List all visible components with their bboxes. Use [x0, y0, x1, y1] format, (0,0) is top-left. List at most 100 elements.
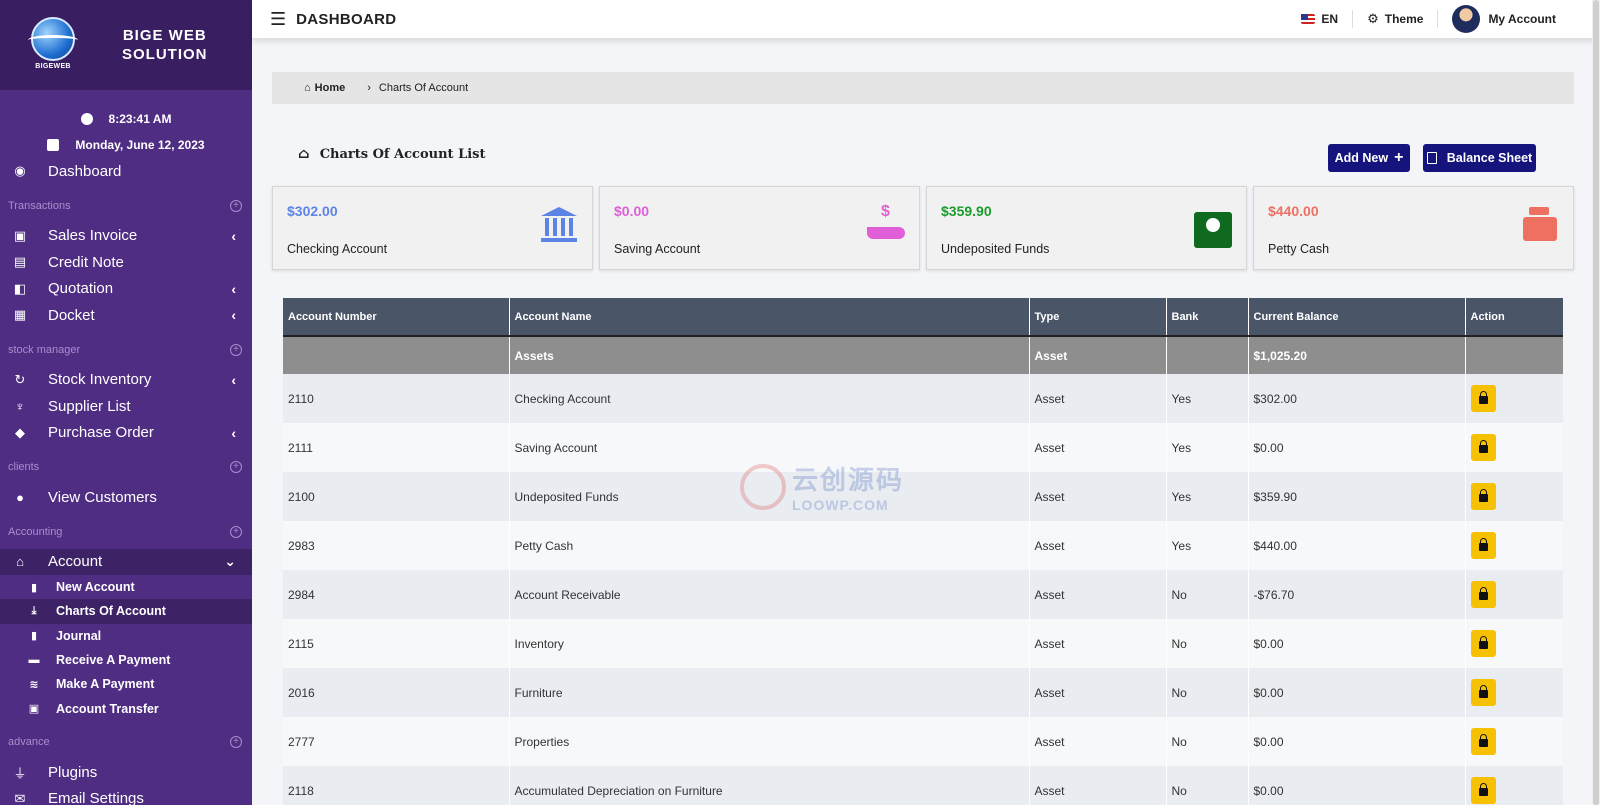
- breadcrumb-current: Charts Of Account: [378, 82, 469, 94]
- table-row: 2016 Furniture Asset No $0.00: [283, 668, 1563, 717]
- chevron-down-icon: ⌄: [224, 553, 236, 570]
- sidebar-item-dashboard[interactable]: ◉ Dashboard: [0, 158, 252, 185]
- bank-icon: ⌂: [16, 554, 24, 570]
- col-bank[interactable]: Bank: [1166, 298, 1249, 337]
- group-type: Asset: [1029, 336, 1167, 374]
- plus-icon: +: [1394, 149, 1404, 166]
- sidebar-item-supplier-list[interactable]: ♆ Supplier List: [0, 393, 252, 420]
- sidebar-item-purchase-order[interactable]: ◆ Purchase Order ‹: [0, 420, 252, 447]
- sidebar-subitem-account-transfer[interactable]: ▣ Account Transfer: [0, 696, 252, 720]
- lock-button[interactable]: [1470, 630, 1496, 657]
- chevron-left-icon: ‹: [231, 227, 236, 244]
- sidebar-subitem-charts-of-account[interactable]: ⤓ Charts Of Account: [0, 599, 252, 624]
- sidebar-subitem-receive-payment[interactable]: ▬ Receive A Payment: [0, 648, 252, 672]
- lock-button[interactable]: [1470, 777, 1496, 804]
- lock-icon: [1478, 391, 1488, 404]
- email-icon: ✉: [14, 790, 26, 805]
- calendar-icon: [47, 139, 60, 151]
- table-row: 2115 Inventory Asset No $0.00: [283, 619, 1563, 668]
- sidebar-subitem-new-account[interactable]: ▮ New Account: [0, 575, 252, 599]
- sidebar-subitem-journal[interactable]: ▮ Journal: [0, 624, 252, 648]
- plus-circle-icon[interactable]: +: [230, 461, 242, 473]
- download-icon: ⤓: [31, 604, 37, 617]
- us-flag-icon: [1301, 14, 1316, 24]
- sidebar-subitem-make-payment[interactable]: ≋ Make A Payment: [0, 672, 252, 696]
- language-selector[interactable]: EN: [1287, 10, 1352, 28]
- note-icon: ▤: [13, 254, 27, 270]
- dashboard-icon: ◉: [14, 163, 26, 179]
- top-header: ☰ DASHBOARD EN ⚙ Theme My Account: [252, 0, 1600, 38]
- col-type[interactable]: Type: [1029, 298, 1167, 337]
- current-date: Monday, June 12, 2023: [75, 138, 205, 152]
- plus-circle-icon[interactable]: +: [230, 343, 242, 356]
- quote-icon: ◧: [13, 280, 27, 296]
- balance-sheet-button[interactable]: Balance Sheet: [1423, 144, 1536, 172]
- sidebar-item-account[interactable]: ⌂ Account ⌄: [0, 548, 252, 575]
- plus-circle-icon[interactable]: +: [230, 735, 242, 748]
- list-title: ⌂ Charts Of Account List: [298, 146, 486, 162]
- theme-button[interactable]: ⚙ Theme: [1352, 10, 1437, 28]
- section-advance: advance +: [0, 729, 252, 755]
- page-scrollbar[interactable]: [1592, 0, 1600, 805]
- card-petty-cash[interactable]: $440.00 Petty Cash: [1253, 186, 1574, 270]
- avatar: [1452, 5, 1481, 33]
- current-time: 8:23:41 AM: [108, 112, 172, 126]
- lock-button[interactable]: [1470, 532, 1496, 559]
- card-saving-account[interactable]: $0.00 Saving Account $: [599, 186, 920, 270]
- file-icon: ▮: [30, 630, 38, 643]
- card-amount: $440.00: [1268, 203, 1319, 219]
- lock-icon: [1478, 636, 1488, 649]
- sidebar-item-view-customers[interactable]: ● View Customers: [0, 484, 252, 511]
- sidebar-item-plugins[interactable]: ⏚ Plugins: [0, 759, 252, 786]
- breadcrumb-home[interactable]: ⌂ Home: [304, 82, 345, 94]
- home-icon: ⌂: [304, 82, 311, 94]
- lock-icon: [1478, 440, 1488, 453]
- sidebar-item-sales-invoice[interactable]: ▣ Sales Invoice ‹: [0, 223, 252, 250]
- cubes-icon: ▣: [13, 227, 27, 243]
- lock-button[interactable]: [1470, 385, 1496, 412]
- section-transactions: Transactions +: [0, 193, 252, 219]
- brand: BIGEWEB BIGE WEB SOLUTION: [0, 0, 252, 90]
- card-amount: $359.90: [941, 203, 992, 219]
- chevron-left-icon: ‹: [231, 280, 236, 297]
- clock: 8:23:41 AM Monday, June 12, 2023: [0, 90, 252, 158]
- brand-name: BIGE WEB SOLUTION: [122, 27, 208, 63]
- card-label: Petty Cash: [1268, 242, 1330, 256]
- card-amount: $0.00: [614, 203, 650, 219]
- col-account-number[interactable]: Account Number: [283, 298, 510, 337]
- sidebar-item-quotation[interactable]: ◧ Quotation ‹: [0, 276, 252, 303]
- table-header-row: Account Number Account Name Type Bank Cu…: [283, 298, 1563, 337]
- lock-button[interactable]: [1470, 483, 1496, 510]
- lock-icon: [1478, 538, 1488, 551]
- section-clients: clients +: [0, 454, 252, 480]
- sidebar-item-email-settings[interactable]: ✉ Email Settings: [0, 785, 252, 805]
- group-name: Assets: [509, 336, 1030, 374]
- col-current-balance[interactable]: Current Balance: [1248, 298, 1466, 337]
- col-account-name[interactable]: Account Name: [509, 298, 1030, 337]
- gear-icon: ⚙: [1367, 11, 1379, 26]
- plus-circle-icon[interactable]: +: [230, 199, 242, 212]
- lock-button[interactable]: [1470, 679, 1496, 706]
- lock-button[interactable]: [1470, 581, 1496, 608]
- chevron-left-icon: ‹: [231, 307, 236, 324]
- sidebar-item-docket[interactable]: ▦ Docket ‹: [0, 302, 252, 329]
- plus-circle-icon[interactable]: +: [230, 525, 242, 538]
- brand-logo[interactable]: BIGEWEB: [28, 17, 78, 73]
- col-action: Action: [1465, 298, 1563, 337]
- sidebar-item-credit-note[interactable]: ▤ Credit Note: [0, 249, 252, 276]
- table-row: 2110 Checking Account Asset Yes $302.00: [283, 374, 1563, 423]
- table-row: 2777 Properties Asset No $0.00: [283, 717, 1563, 766]
- chevron-left-icon: ‹: [231, 371, 236, 388]
- add-new-button[interactable]: Add New +: [1328, 144, 1410, 172]
- scrollbar-thumb[interactable]: [1593, 0, 1599, 805]
- card-undeposited-funds[interactable]: $359.90 Undeposited Funds: [926, 186, 1247, 270]
- sidebar-item-stock-inventory[interactable]: ↻ Stock Inventory ‹: [0, 367, 252, 394]
- my-account-menu[interactable]: My Account: [1437, 5, 1570, 33]
- card-checking-account[interactable]: $302.00 Checking Account: [272, 186, 593, 270]
- lock-button[interactable]: [1470, 728, 1496, 755]
- lock-button[interactable]: [1470, 434, 1496, 461]
- menu-icon[interactable]: ☰: [270, 9, 286, 30]
- bank-icon: [540, 207, 578, 243]
- clock-icon: [80, 113, 93, 125]
- lock-icon: [1478, 783, 1488, 796]
